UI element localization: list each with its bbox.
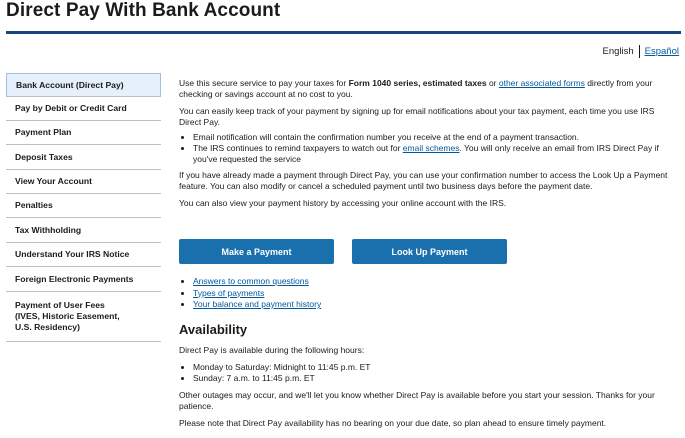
- language-switcher: English Español: [602, 45, 679, 58]
- look-up-payment-button[interactable]: Look Up Payment: [352, 239, 507, 264]
- page-title: Direct Pay With Bank Account: [6, 0, 281, 21]
- balance-history-link[interactable]: Your balance and payment history: [193, 299, 321, 309]
- sidebar-item-label: Foreign Electronic Payments: [15, 273, 134, 284]
- language-espanol-link[interactable]: Español: [645, 46, 679, 57]
- types-of-payments-link[interactable]: Types of payments: [193, 288, 264, 298]
- language-divider: [638, 45, 640, 58]
- list-item: Sunday: 7 a.m. to 11:45 p.m. ET: [193, 373, 679, 384]
- email-bullet-item: Email notification will contain the conf…: [193, 132, 679, 143]
- sidebar-item-label: Payment Plan: [15, 127, 72, 137]
- language-english: English: [602, 46, 634, 57]
- sidebar-item-deposit-taxes[interactable]: Deposit Taxes: [6, 145, 161, 170]
- intro-or-text: or: [486, 78, 499, 88]
- list-item: Answers to common questions: [193, 276, 321, 288]
- sidebar-item-label: Pay by Debit or Credit Card: [15, 103, 127, 113]
- associated-forms-link[interactable]: other associated forms: [499, 78, 585, 88]
- availability-intro: Direct Pay is available during the follo…: [179, 345, 365, 355]
- sidebar-item-label: Payment of User Fees (IVES, Historic Eas…: [15, 300, 120, 332]
- history-paragraph: You can also view your payment history b…: [179, 198, 507, 208]
- email-bullet-item: The IRS continues to remind taxpayers to…: [193, 143, 679, 165]
- sidebar-item-user-fees[interactable]: Payment of User Fees (IVES, Historic Eas…: [6, 292, 161, 342]
- sidebar-item-foreign-payments[interactable]: Foreign Electronic Payments: [6, 267, 161, 292]
- sidebar-item-label: View Your Account: [15, 176, 93, 186]
- sidebar-item-label: Understand Your IRS Notice: [15, 249, 130, 259]
- sidebar-item-debit-credit[interactable]: Pay by Debit or Credit Card: [6, 97, 161, 121]
- title-divider: [6, 31, 681, 34]
- related-links: Answers to common questions Types of pay…: [179, 276, 321, 311]
- sidebar-item-irs-notice[interactable]: Understand Your IRS Notice: [6, 243, 161, 267]
- sidebar-item-payment-plan[interactable]: Payment Plan: [6, 121, 161, 145]
- email-bullet-list: Email notification will contain the conf…: [179, 132, 679, 165]
- sidebar-item-label: Bank Account (Direct Pay): [16, 79, 124, 90]
- email-schemes-link[interactable]: email schemes: [403, 143, 460, 153]
- make-payment-button[interactable]: Make a Payment: [179, 239, 334, 264]
- intro-text: Use this secure service to pay your taxe…: [179, 78, 349, 88]
- sidebar-item-bank-account[interactable]: Bank Account (Direct Pay): [6, 73, 161, 97]
- bullet-text: The IRS continues to remind taxpayers to…: [193, 143, 403, 153]
- outages-paragraph: Other outages may occur, and we'll let y…: [179, 390, 655, 411]
- lookup-paragraph: If you have already made a payment throu…: [179, 170, 668, 191]
- intro-bold-text: Form 1040 series, estimated taxes: [348, 78, 487, 88]
- common-questions-link[interactable]: Answers to common questions: [193, 276, 309, 286]
- availability-section: Direct Pay is available during the follo…: [179, 345, 679, 429]
- sidebar-item-tax-withholding[interactable]: Tax Withholding: [6, 218, 161, 243]
- related-links-list: Answers to common questions Types of pay…: [179, 276, 321, 311]
- availability-hours-list: Monday to Saturday: Midnight to 11:45 p.…: [179, 362, 679, 384]
- sidebar-item-label: Tax Withholding: [15, 224, 82, 235]
- due-date-note: Please note that Direct Pay availability…: [179, 418, 607, 428]
- list-item: Your balance and payment history: [193, 299, 321, 311]
- availability-heading: Availability: [179, 322, 248, 337]
- sidebar-item-label: Penalties: [15, 200, 53, 210]
- sidebar-nav: Bank Account (Direct Pay) Pay by Debit o…: [6, 73, 161, 342]
- sidebar-item-label: Deposit Taxes: [15, 151, 73, 162]
- list-item: Types of payments: [193, 288, 321, 300]
- sidebar-item-penalties[interactable]: Penalties: [6, 194, 161, 218]
- list-item: Monday to Saturday: Midnight to 11:45 p.…: [193, 362, 679, 373]
- sidebar-item-view-account[interactable]: View Your Account: [6, 170, 161, 194]
- intro-paragraph: Use this secure service to pay your taxe…: [179, 78, 679, 100]
- main-content: Use this secure service to pay your taxe…: [179, 78, 679, 209]
- email-paragraph: You can easily keep track of your paymen…: [179, 106, 655, 127]
